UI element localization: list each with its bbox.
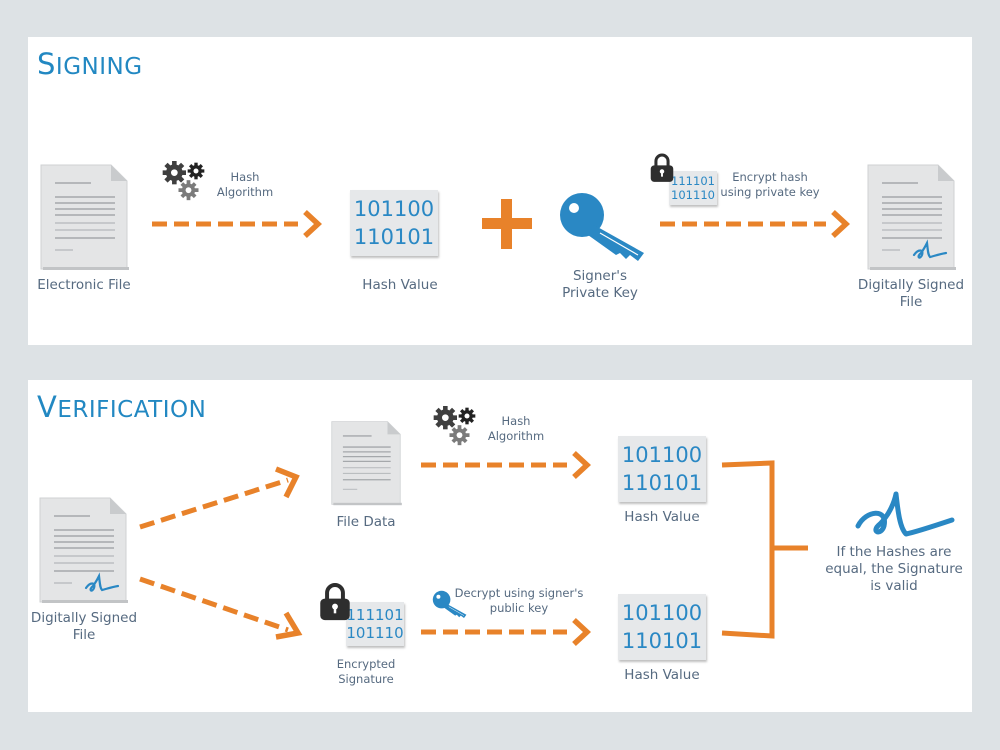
private-key-label: Signer's Private Key	[540, 268, 660, 302]
encrypted-signature-line1: 111101	[346, 606, 404, 624]
result-label: If the Hashes are equal, the Signature i…	[818, 544, 970, 595]
hash-value-line2: 110101	[353, 225, 435, 249]
signed-file-label-line2: File	[72, 627, 96, 643]
encrypt-hash-label-line2: using private key	[720, 185, 820, 199]
decrypt-label: Decrypt using signer's public key	[448, 586, 590, 616]
hash-value-top-line2: 110101	[621, 471, 703, 495]
hash-algorithm-label-line2: Algorithm	[487, 429, 545, 443]
hash-value-line1: 101100	[353, 197, 435, 221]
encrypted-hash-box: 111101 101110	[669, 171, 717, 205]
signing-title: SIGNING	[37, 47, 143, 81]
signing-panel: SIGNING Electronic File Hash Algorithm 1…	[28, 37, 972, 345]
dashed-arrow-icon	[139, 466, 300, 530]
hash-algorithm-label-line2: Algorithm	[216, 185, 274, 199]
encrypted-hash-line2: 101110	[671, 188, 715, 202]
encrypted-signature-label: Encrypted Signature	[316, 657, 416, 687]
private-key-label-line1: Signer's	[572, 268, 628, 284]
decrypt-label-line1: Decrypt using signer's	[454, 586, 584, 600]
encrypted-hash-line1: 111101	[671, 174, 715, 188]
electronic-file-label: Electronic File	[37, 277, 131, 293]
digitally-signed-file-label: Digitally Signed File	[846, 277, 976, 311]
dashed-arrow-icon	[660, 209, 850, 239]
hash-value-bottom-label: Hash Value	[624, 667, 700, 683]
padlock-icon	[318, 582, 352, 622]
signed-file-label-line1: Digitally Signed	[30, 610, 138, 626]
encrypted-signature-box: 111101 101110	[346, 602, 404, 646]
file-data-label: File Data	[336, 514, 396, 530]
hash-value-top-label: Hash Value	[624, 509, 700, 525]
hash-algorithm-label: Hash Algorithm	[481, 414, 551, 444]
hash-value-box-bottom: 101100 110101	[618, 594, 706, 660]
key-icon	[558, 191, 648, 261]
gears-icon	[161, 159, 211, 203]
plus-icon	[482, 199, 532, 249]
padlock-icon	[649, 152, 675, 184]
dashed-arrow-icon	[139, 576, 303, 640]
private-key-label-line2: Private Key	[562, 285, 638, 301]
signed-document-icon	[38, 496, 128, 604]
document-icon	[39, 163, 129, 271]
digitally-signed-file-label: Digitally Signed File	[20, 610, 148, 644]
dashed-arrow-icon	[421, 617, 591, 647]
hash-algorithm-label-line1: Hash	[501, 414, 531, 428]
dashed-arrow-icon	[421, 450, 591, 480]
hash-algorithm-label: Hash Algorithm	[210, 170, 280, 200]
result-label-line2: equal, the Signature	[825, 561, 963, 577]
hash-value-bottom-line1: 101100	[621, 601, 703, 625]
encrypted-signature-line2: 101110	[346, 624, 404, 642]
document-icon	[330, 420, 402, 506]
signed-file-label-line2: File	[899, 294, 923, 310]
decrypt-label-line2: public key	[489, 601, 549, 615]
verification-title: VERIFICATION	[37, 390, 206, 424]
hash-value-top-line1: 101100	[621, 443, 703, 467]
verification-title-rest: ERIFICATION	[57, 397, 207, 423]
hash-value-label: Hash Value	[362, 277, 438, 293]
result-label-line1: If the Hashes are	[836, 544, 952, 560]
signing-title-rest: IGNING	[55, 54, 143, 80]
encrypt-hash-label-line1: Encrypt hash	[732, 170, 808, 184]
verification-title-initial: V	[37, 390, 58, 424]
hash-algorithm-label-line1: Hash	[230, 170, 260, 184]
encrypt-hash-label: Encrypt hash using private key	[718, 170, 822, 200]
encrypted-signature-label-line1: Encrypted	[336, 657, 396, 671]
merge-bracket-icon	[721, 460, 808, 639]
encrypted-signature-label-line2: Signature	[338, 672, 394, 686]
hash-value-box-top: 101100 110101	[618, 436, 706, 502]
signature-icon	[855, 491, 955, 537]
hash-value-bottom-line2: 110101	[621, 629, 703, 653]
dashed-arrow-icon	[152, 209, 322, 239]
gears-icon	[432, 404, 482, 448]
verification-panel: VERIFICATION Digitally Signed File File …	[28, 380, 972, 712]
signing-title-initial: S	[37, 47, 56, 81]
hash-value-box: 101100 110101	[350, 190, 438, 256]
result-label-line3: is valid	[870, 578, 918, 594]
signed-file-label-line1: Digitally Signed	[857, 277, 965, 293]
signed-document-icon	[866, 163, 956, 271]
